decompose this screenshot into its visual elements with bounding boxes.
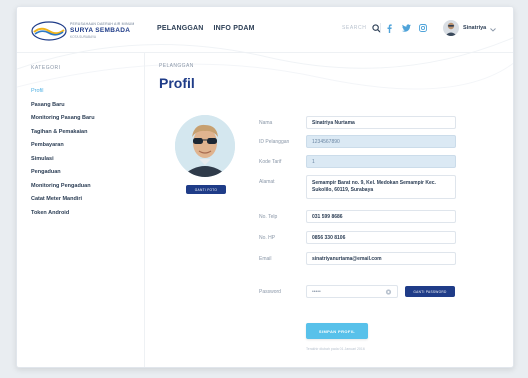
logo-wave-icon xyxy=(31,21,67,41)
label-nama: Nama xyxy=(259,120,273,126)
label-no-telp: No. Telp xyxy=(259,214,278,220)
sidebar-item-monitoring-pasang-baru[interactable]: Monitoring Pasang Baru xyxy=(31,112,95,126)
sidebar-item-token-android[interactable]: Token Android xyxy=(31,207,95,221)
label-alamat: Alamat xyxy=(259,179,275,185)
label-id-pelanggan: ID Pelanggan xyxy=(259,139,290,145)
user-menu[interactable]: Sinatriya xyxy=(443,19,497,37)
sidebar-item-tagihan-pemakaian[interactable]: Tagihan & Pemakaian xyxy=(31,126,95,140)
sidebar-heading: KATEGORI xyxy=(31,65,61,71)
password-value: ••••• xyxy=(312,288,321,295)
sidebar-item-pengaduan[interactable]: Pengaduan xyxy=(31,166,95,180)
sidebar-menu: Profil Pasang Baru Monitoring Pasang Bar… xyxy=(31,85,95,220)
no-telp-field[interactable]: 031 599 8686 xyxy=(306,210,456,223)
email-field[interactable]: sinatriyanurtama@email.com xyxy=(306,252,456,265)
no-hp-field[interactable]: 0856 330 8106 xyxy=(306,231,456,244)
label-password: Password xyxy=(259,289,281,295)
search-label: SEARCH xyxy=(342,25,367,31)
company-logo[interactable]: PERUSAHAAN DAERAH AIR MINUM SURYA SEMBAD… xyxy=(31,19,134,43)
sidebar-item-monitoring-pengaduan[interactable]: Monitoring Pengaduan xyxy=(31,180,95,194)
twitter-icon[interactable] xyxy=(401,22,411,34)
sidebar-item-pembayaran[interactable]: Pembayaran xyxy=(31,139,95,153)
main-content: PELANGGAN Profil GANTI FOTO Nama Sinatri… xyxy=(145,53,513,367)
sidebar: KATEGORI Profil Pasang Baru Monitoring P… xyxy=(17,53,145,367)
save-profile-button[interactable]: SIMPAN PROFIL xyxy=(306,323,368,339)
instagram-icon[interactable] xyxy=(418,22,428,34)
password-field[interactable]: ••••• xyxy=(306,285,398,298)
sidebar-item-profil[interactable]: Profil xyxy=(31,85,95,99)
profile-photo xyxy=(175,115,235,177)
main-nav: PELANGGAN INFO PDAM xyxy=(157,25,255,32)
eye-icon[interactable] xyxy=(385,289,392,297)
app-window: PERUSAHAAN DAERAH AIR MINUM SURYA SEMBAD… xyxy=(16,6,514,368)
facebook-icon[interactable] xyxy=(384,22,394,34)
avatar xyxy=(443,20,459,36)
logo-title: SURYA SEMBADA xyxy=(70,27,131,34)
sidebar-item-simulasi[interactable]: Simulasi xyxy=(31,153,95,167)
kode-tarif-field: 1 xyxy=(306,155,456,168)
chevron-down-icon[interactable] xyxy=(490,19,497,37)
sidebar-item-pasang-baru[interactable]: Pasang Baru xyxy=(31,99,95,113)
alamat-field[interactable]: Semampir Barat no. 9, Kel. Medokan Semam… xyxy=(306,175,456,199)
label-kode-tarif: Kode Tarif xyxy=(259,159,282,165)
nav-info-pdam[interactable]: INFO PDAM xyxy=(214,25,255,32)
top-header: PERUSAHAAN DAERAH AIR MINUM SURYA SEMBAD… xyxy=(17,7,513,53)
search-box[interactable]: SEARCH xyxy=(342,22,382,34)
logo-tagline: PERUSAHAAN DAERAH AIR MINUM xyxy=(70,22,135,26)
header-divider xyxy=(380,23,381,33)
id-pelanggan-field: 1234567890 xyxy=(306,135,456,148)
nav-pelanggan[interactable]: PELANGGAN xyxy=(157,25,204,32)
user-name: Sinatriya xyxy=(463,25,487,31)
nama-field[interactable]: Sinatriya Nurtama xyxy=(306,116,456,129)
last-updated-note: Terakhir diubah pada 01 Januari 2016 xyxy=(306,347,365,351)
change-password-button[interactable]: GANTI PASSWORD xyxy=(405,286,455,297)
logo-subtitle: KOTA SURABAYA xyxy=(70,35,97,39)
change-photo-button[interactable]: GANTI FOTO xyxy=(186,185,226,194)
social-links xyxy=(384,22,428,34)
breadcrumb[interactable]: PELANGGAN xyxy=(159,63,194,69)
label-email: Email xyxy=(259,256,272,262)
label-no-hp: No. HP xyxy=(259,235,276,241)
page-title: Profil xyxy=(159,75,195,91)
sidebar-item-catat-meter-mandiri[interactable]: Catat Meter Mandiri xyxy=(31,193,95,207)
